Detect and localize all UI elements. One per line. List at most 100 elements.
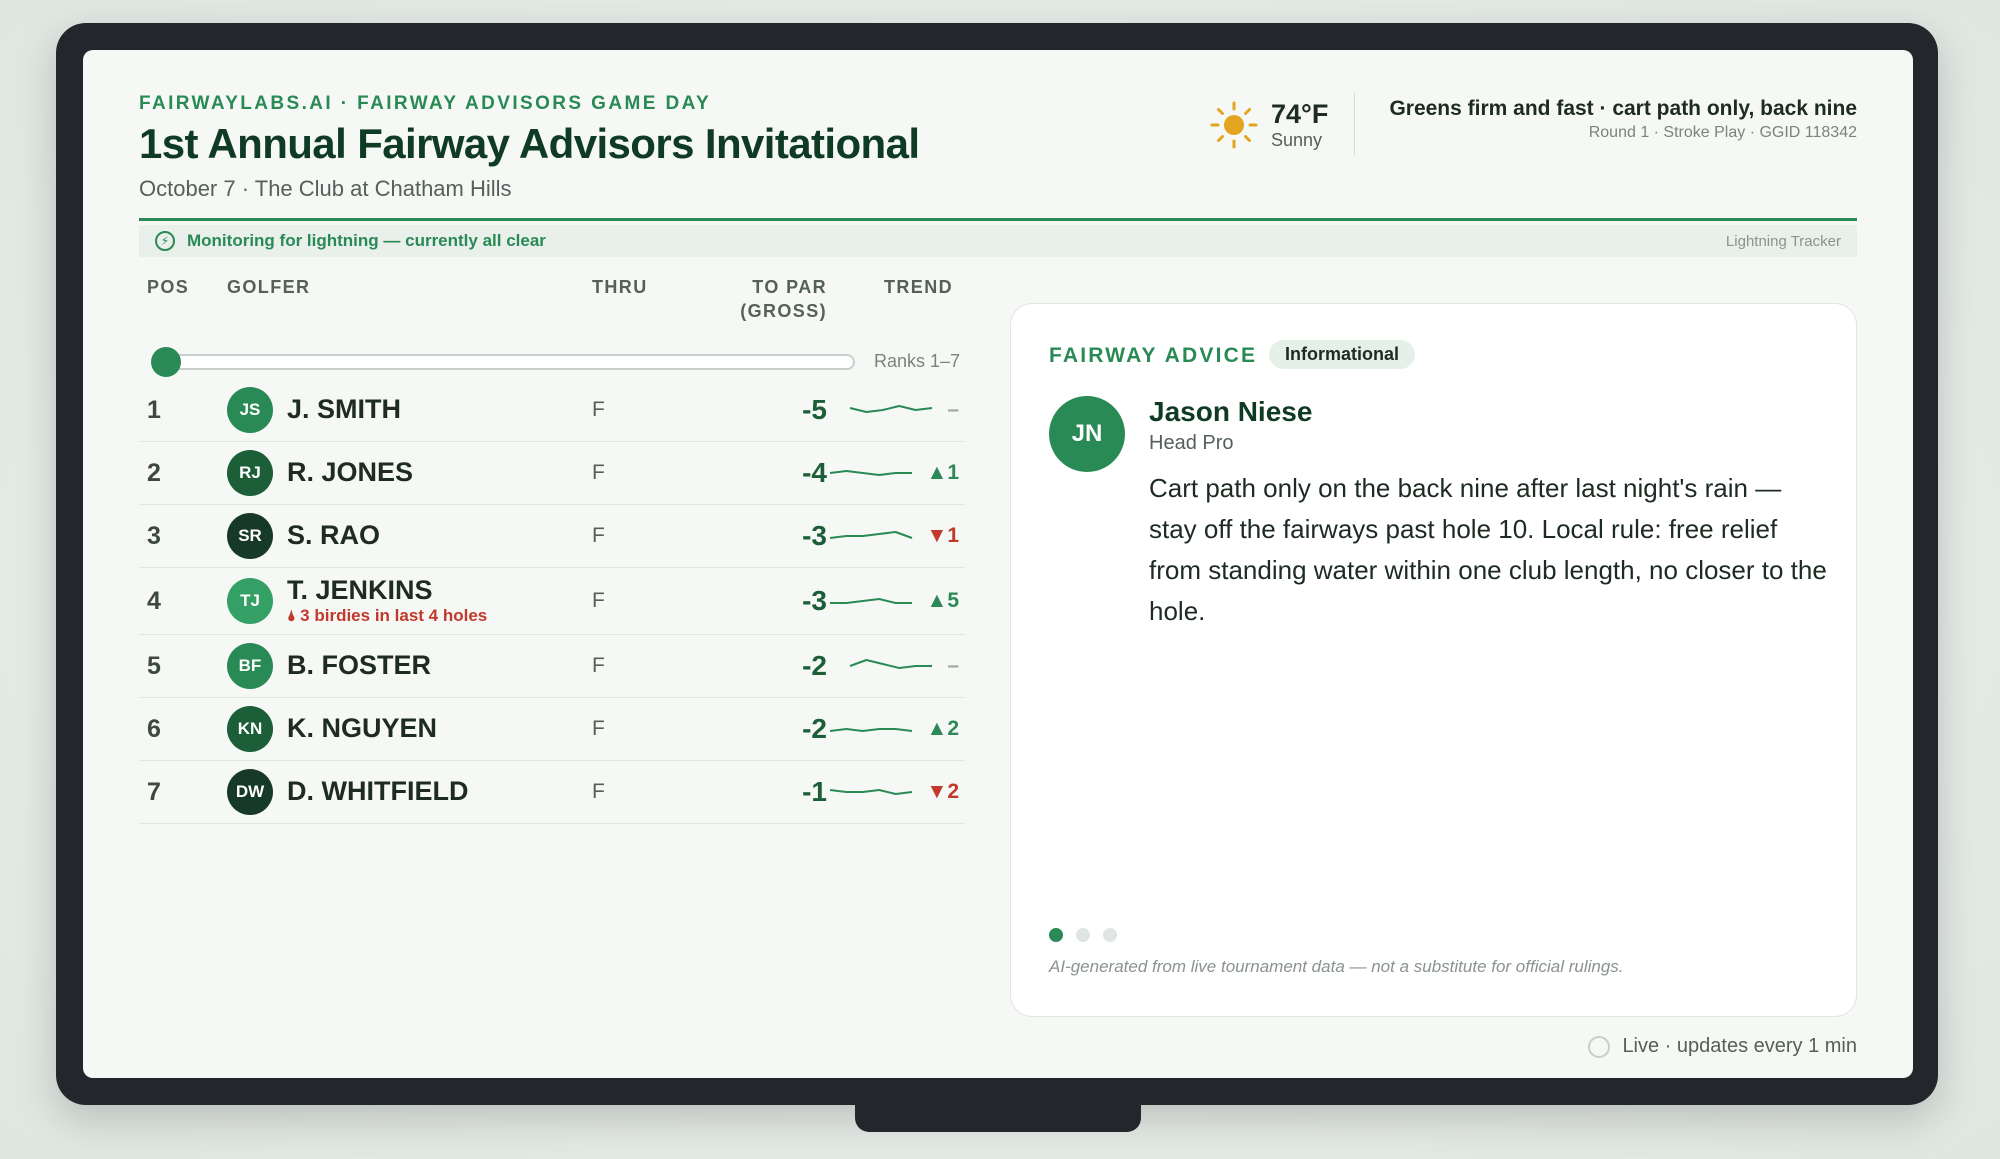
trend-movement: ▼2 xyxy=(926,780,959,803)
sun-icon xyxy=(1209,100,1259,150)
advice-role: Head Pro xyxy=(1149,432,1234,454)
header-rule xyxy=(139,218,1857,221)
weather-condition: Sunny xyxy=(1271,130,1323,150)
lightning-banner: ⚡ Monitoring for lightning — currently a… xyxy=(139,225,1857,257)
golfer-position: 7 xyxy=(147,777,161,806)
trend-sparkline xyxy=(829,728,913,732)
tv-stand xyxy=(855,1100,1141,1132)
advice-label: FAIRWAY ADVICE xyxy=(1049,344,1258,367)
golfer-thru: F xyxy=(592,398,605,421)
advice-author: Jason Niese xyxy=(1149,396,1313,427)
rank-scroller: Ranks 1–7 xyxy=(139,331,965,379)
column-thru: THRU xyxy=(592,277,648,297)
golfer-score: -1 xyxy=(802,776,827,807)
golfer-position: 2 xyxy=(147,458,161,487)
avatar: KN xyxy=(227,706,273,752)
lightning-status: Monitoring for lightning — currently all… xyxy=(187,231,546,250)
avatar: BF xyxy=(227,643,273,689)
trend-sparkline xyxy=(849,405,933,413)
tv-screen: FAIRWAYLABS.AI · FAIRWAY ADVISORS GAME D… xyxy=(83,50,1913,1078)
trend-sparkline xyxy=(829,531,913,539)
advice-disclaimer: AI-generated from live tournament data —… xyxy=(1049,957,1624,976)
golfer-name: D. WHITFIELD xyxy=(287,776,469,806)
avatar: DW xyxy=(227,769,273,815)
golfer-thru: F xyxy=(592,524,605,547)
rank-scroll-track[interactable] xyxy=(153,354,855,370)
trend-movement: ▲5 xyxy=(926,589,959,612)
golfer-thru: F xyxy=(592,589,605,612)
pagination-dot-1[interactable] xyxy=(1049,928,1063,942)
leaderboard-header: POS GOLFER THRU TO PAR (GROSS) TREND xyxy=(139,275,965,331)
weather-widget: 74°F Sunny xyxy=(1209,90,1328,160)
avatar: JN xyxy=(1049,396,1125,472)
trend-movement: ▲1 xyxy=(926,461,959,484)
lightning-icon: ⚡ xyxy=(155,231,175,251)
live-icon xyxy=(1588,1035,1611,1058)
table-row: 2 RJ R. JONES F -4 ▲1 xyxy=(139,442,965,505)
avatar: SR xyxy=(227,513,273,559)
golfer-thru: F xyxy=(592,654,605,677)
advice-card: FAIRWAY ADVICE Informational JN Jason Ni… xyxy=(1010,303,1857,1017)
golfer-name: T. JENKINS xyxy=(287,575,433,605)
weather-temperature: 74°F xyxy=(1271,99,1329,129)
golfer-name: R. JONES xyxy=(287,457,414,487)
table-row: 6 KN K. NGUYEN F -2 ▲2 xyxy=(139,698,965,761)
tv-frame: FAIRWAYLABS.AI · FAIRWAY ADVISORS GAME D… xyxy=(56,23,1938,1105)
page-title: 1st Annual Fairway Advisors Invitational xyxy=(139,120,920,167)
live-text: Live · updates every 1 min xyxy=(1622,1035,1857,1057)
golfer-score: -3 xyxy=(802,585,827,616)
course-notice-sub: Round 1 · Stroke Play · GGID 118342 xyxy=(1588,124,1857,141)
golfer-position: 1 xyxy=(147,395,161,424)
advice-badge: Informational xyxy=(1269,340,1416,369)
pagination-dot-3[interactable] xyxy=(1103,928,1117,942)
table-row: 1 JS J. SMITH F -5 – xyxy=(139,379,965,442)
flame-icon: 🌢 xyxy=(287,608,301,625)
course-notice-main: Greens firm and fast · cart path only, b… xyxy=(1389,97,1857,120)
live-indicator: Live · updates every 1 min xyxy=(1588,1035,1857,1058)
golfer-thru: F xyxy=(592,717,605,740)
pagination-dot-2[interactable] xyxy=(1076,928,1090,942)
golfer-position: 3 xyxy=(147,521,161,550)
golfer-position: 4 xyxy=(147,586,161,615)
column-golfer: GOLFER xyxy=(227,277,311,297)
leaderboard-rows: 1 JS J. SMITH F -5 – 2 RJ R. JONES F -4 ▲1 3 SR S. RAO… xyxy=(139,379,965,824)
golfer-name: J. SMITH xyxy=(287,394,402,424)
header-divider xyxy=(1354,93,1355,155)
table-row: 3 SR S. RAO F -3 ▼1 xyxy=(139,505,965,568)
trend-sparkline xyxy=(830,598,912,604)
golfer-score: -4 xyxy=(802,457,827,488)
golfer-score: -2 xyxy=(802,650,827,681)
trend-movement: ▲2 xyxy=(926,717,959,740)
trend-movement: – xyxy=(947,398,959,421)
trend-sparkline xyxy=(849,659,932,669)
golfer-name: K. NGUYEN xyxy=(287,713,438,743)
course-notice: Greens firm and fast · cart path only, b… xyxy=(1389,95,1857,143)
table-row: 4 TJ T. JENKINS 🌢 3 birdies in last 4 holes… xyxy=(139,568,965,635)
rank-scroll-handle[interactable] xyxy=(151,347,181,377)
hot-streak-note: 🌢 3 birdies in last 4 holes xyxy=(287,606,487,626)
leaderboard: POS GOLFER THRU TO PAR (GROSS) TREND Ran… xyxy=(139,275,965,824)
golfer-position: 5 xyxy=(147,651,161,680)
ranks-label: Ranks 1–7 xyxy=(874,351,961,371)
golfer-thru: F xyxy=(592,461,605,484)
page-subtitle: October 7 · The Club at Chatham Hills xyxy=(139,176,512,201)
trend-sparkline xyxy=(829,470,912,476)
header-eyebrow: FAIRWAYLABS.AI · FAIRWAY ADVISORS GAME D… xyxy=(139,93,712,114)
golfer-score: -5 xyxy=(802,394,827,425)
advice-pagination xyxy=(1049,928,1130,942)
avatar: JS xyxy=(227,387,273,433)
column-trend: TREND xyxy=(884,277,953,297)
column-to-par: TO PAR (GROSS) xyxy=(740,277,827,321)
trend-movement: – xyxy=(947,654,959,677)
trend-sparkline xyxy=(829,789,913,795)
golfer-score: -3 xyxy=(802,520,827,551)
golfer-position: 6 xyxy=(147,714,161,743)
table-row: 7 DW D. WHITFIELD F -1 ▼2 xyxy=(139,761,965,824)
column-pos: POS xyxy=(147,277,190,297)
golfer-score: -2 xyxy=(802,713,827,744)
golfer-name: S. RAO xyxy=(287,520,381,550)
avatar: TJ xyxy=(227,578,273,624)
avatar: RJ xyxy=(227,450,273,496)
golfer-thru: F xyxy=(592,780,605,803)
table-row: 5 BF B. FOSTER F -2 – xyxy=(139,635,965,698)
